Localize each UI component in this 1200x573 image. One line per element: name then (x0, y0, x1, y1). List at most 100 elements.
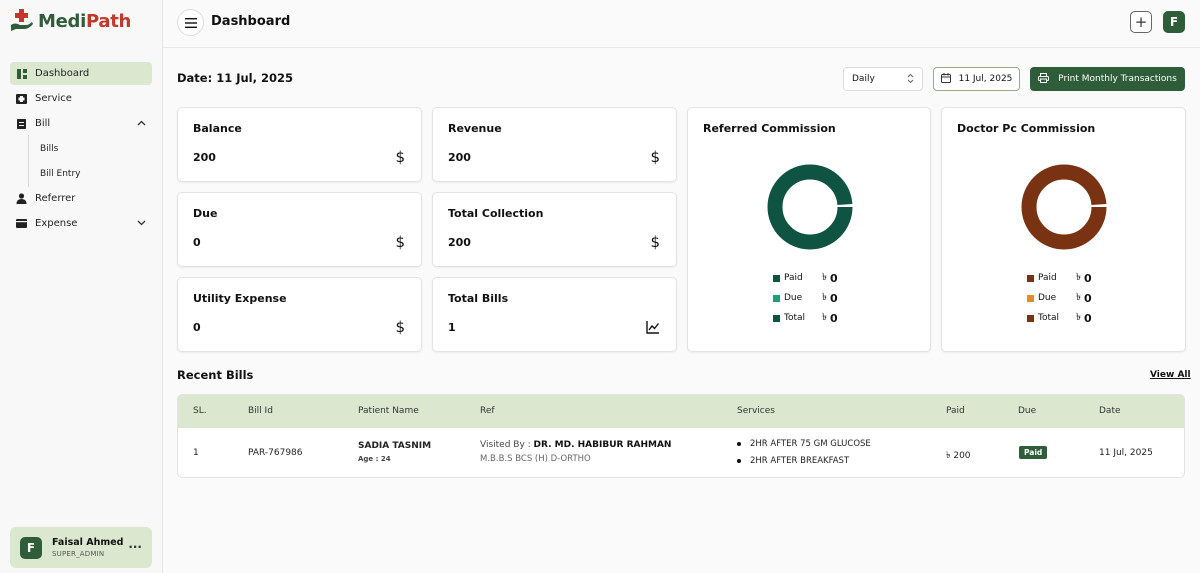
sidebar-item-label: Expense (35, 218, 78, 229)
legend-value: 0 (1083, 291, 1092, 305)
stat-value: 200 (448, 151, 471, 164)
currency-symbol: ৳ (822, 291, 827, 303)
date-value: 11 Jul, 2025 (958, 74, 1013, 84)
legend-label: Total (1038, 313, 1060, 323)
stat-card-due: Due 0 $ (177, 192, 422, 267)
legend-row-total: Total ৳ 0 (1027, 308, 1092, 328)
print-label: Print Monthly Transactions (1058, 74, 1177, 84)
dashboard-icon (16, 68, 27, 79)
legend-value: 0 (1083, 271, 1092, 285)
legend-swatch (773, 314, 780, 322)
legend-value: 0 (1083, 311, 1092, 325)
sidebar-item-label: Referrer (35, 193, 76, 204)
recent-bills-table: SL. Bill Id Patient Name Ref Services Pa… (177, 394, 1185, 478)
currency-symbol: ৳ (1076, 291, 1081, 303)
wallet-icon (16, 218, 27, 229)
card-title: Doctor Pc Commission (957, 122, 1096, 135)
patient-name: SADIA TASNIM (358, 441, 432, 451)
user-role: SUPER_ADMIN (52, 550, 105, 558)
sidebar-item-bill[interactable]: Bill (10, 112, 152, 135)
print-monthly-transactions-button[interactable]: Print Monthly Transactions (1030, 67, 1185, 91)
cell-bill-id: PAR-767986 (248, 448, 303, 458)
ref-degree: M.B.B.S BCS (H) D-ORTHO (480, 454, 591, 464)
sidebar-item-service[interactable]: Service (10, 87, 152, 110)
sidebar-item-label: Dashboard (35, 68, 90, 79)
stat-title: Utility Expense (193, 292, 287, 305)
ref-prefix: Visited By : (480, 440, 534, 450)
period-value: Daily (852, 74, 875, 84)
legend-value: 0 (829, 291, 838, 305)
stat-title: Total Collection (448, 207, 544, 220)
bill-icon (16, 118, 27, 129)
page-title: Dashboard (211, 14, 291, 29)
cell-ref: Visited By : DR. MD. HABIBUR RAHMAN M.B.… (480, 440, 671, 464)
column-header-patient-name: Patient Name (358, 406, 419, 416)
status-badge: Paid (1019, 446, 1048, 459)
currency-symbol: ৳ (822, 271, 827, 283)
table-header: SL. Bill Id Patient Name Ref Services Pa… (178, 395, 1184, 428)
user-card[interactable]: F Faisal Ahmed SUPER_ADMIN ··· (10, 527, 152, 568)
sidebar-item-label: Bill Entry (40, 168, 81, 179)
header-avatar[interactable]: F (1163, 11, 1185, 33)
stat-value: 1 (448, 321, 456, 334)
sidebar-item-label: Bills (40, 143, 59, 154)
stat-title: Revenue (448, 122, 502, 135)
view-all-link[interactable]: View All (1150, 370, 1191, 380)
doctor-pc-commission-card: Doctor Pc Commission Paid ৳ 0 Due ৳ 0 To… (941, 107, 1186, 352)
sidebar-item-bills[interactable]: Bills (10, 135, 152, 162)
cell-patient: SADIA TASNIM Age : 24 (358, 441, 431, 463)
sidebar-item-expense[interactable]: Expense (10, 212, 152, 235)
currency-symbol: ৳ (1076, 311, 1081, 323)
doctor-donut (1021, 164, 1107, 250)
legend-label: Paid (784, 273, 803, 283)
referred-donut (767, 164, 853, 250)
legend-swatch (773, 294, 780, 302)
referred-legend: Paid ৳ 0 Due ৳ 0 Total ৳ 0 (773, 268, 838, 328)
user-name: Faisal Ahmed (52, 537, 124, 548)
select-arrows-icon (907, 73, 914, 85)
sidebar-item-label: Bill (35, 118, 51, 129)
dollar-icon: $ (395, 233, 405, 251)
header: Dashboard + F (163, 0, 1200, 48)
chevron-down-icon[interactable] (137, 218, 146, 229)
date-label: Date: 11 Jul, 2025 (177, 71, 293, 85)
card-title: Referred Commission (703, 122, 836, 135)
period-select[interactable]: Daily (843, 67, 923, 91)
column-header-ref: Ref (480, 406, 495, 416)
chevron-up-icon[interactable] (137, 118, 146, 129)
sidebar: MediPath Dashboard Service Bill Bills Bi… (0, 0, 163, 573)
add-button[interactable]: + (1130, 11, 1152, 33)
logo[interactable]: MediPath (10, 8, 131, 34)
sidebar-item-referrer[interactable]: Referrer (10, 187, 152, 210)
stat-card-total-collection: Total Collection 200 $ (432, 192, 677, 267)
legend-value: 0 (829, 311, 838, 325)
stat-card-utility-expense: Utility Expense 0 $ (177, 277, 422, 352)
more-icon[interactable]: ··· (128, 540, 142, 554)
stat-title: Balance (193, 122, 242, 135)
date-picker-button[interactable]: 11 Jul, 2025 (933, 67, 1020, 91)
patient-age: Age : 24 (358, 455, 391, 463)
sidebar-item-bill-entry[interactable]: Bill Entry (10, 160, 152, 187)
stat-value: 0 (193, 321, 201, 334)
stat-value: 200 (448, 236, 471, 249)
legend-row-paid: Paid ৳ 0 (1027, 268, 1092, 288)
currency-symbol: ৳ (822, 311, 827, 323)
legend-label: Due (1038, 293, 1057, 303)
logo-icon (10, 8, 34, 34)
recent-bills-title: Recent Bills (177, 368, 254, 382)
menu-button[interactable] (177, 9, 204, 36)
sidebar-nav: Dashboard Service Bill Bills Bill Entry (10, 62, 152, 237)
legend-label: Paid (1038, 273, 1057, 283)
stat-value: 0 (193, 236, 201, 249)
stat-title: Due (193, 207, 218, 220)
column-header-bill-id: Bill Id (248, 406, 273, 416)
chart-line-icon (646, 320, 660, 338)
sidebar-item-dashboard[interactable]: Dashboard (10, 62, 152, 85)
user-info: Faisal Ahmed SUPER_ADMIN (52, 537, 124, 558)
doctor-legend: Paid ৳ 0 Due ৳ 0 Total ৳ 0 (1027, 268, 1092, 328)
column-header-date: Date (1099, 406, 1121, 416)
printer-icon (1038, 72, 1050, 86)
avatar: F (20, 536, 42, 559)
stat-card-revenue: Revenue 200 $ (432, 107, 677, 182)
legend-row-total: Total ৳ 0 (773, 308, 838, 328)
